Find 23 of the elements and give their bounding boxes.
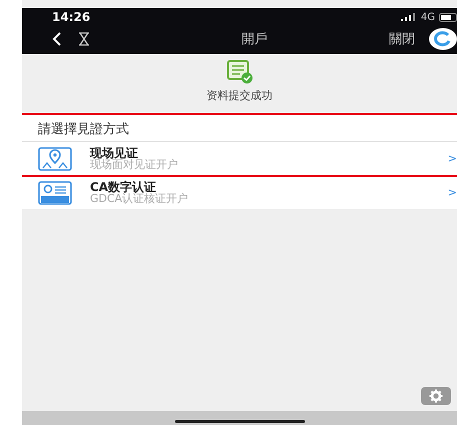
option-subtitle: 现场面对见证开户 <box>90 159 179 170</box>
gear-icon <box>429 389 443 403</box>
hourglass-icon[interactable] <box>78 32 90 46</box>
back-button[interactable] <box>52 31 62 47</box>
refresh-icon[interactable] <box>429 28 457 50</box>
option-title: CA数字认证 <box>90 181 156 193</box>
status-time: 14:26 <box>52 10 90 24</box>
chevron: > <box>448 186 457 199</box>
close-button[interactable]: 關閉 <box>389 30 415 48</box>
battery-icon <box>439 12 457 22</box>
section-header: 請選擇見證方式 <box>22 115 457 142</box>
chevron: > <box>448 152 457 165</box>
option-row[interactable]: 现场见证 现场面对见证开户 > <box>22 142 457 176</box>
settings-button[interactable] <box>421 387 451 405</box>
signal-icon <box>400 13 417 21</box>
option-row[interactable]: CA数字认证 GDCA认证核证开户 > <box>22 176 457 210</box>
success-message: 资料提交成功 <box>206 88 272 103</box>
certificate-icon <box>38 180 72 204</box>
option-subtitle: GDCA认证核证开户 <box>90 193 190 204</box>
location-pin-icon <box>38 146 72 170</box>
network-label: 4G <box>420 12 435 22</box>
page-title: 開戶 <box>242 31 268 48</box>
option-title: 现场见证 <box>90 147 138 159</box>
